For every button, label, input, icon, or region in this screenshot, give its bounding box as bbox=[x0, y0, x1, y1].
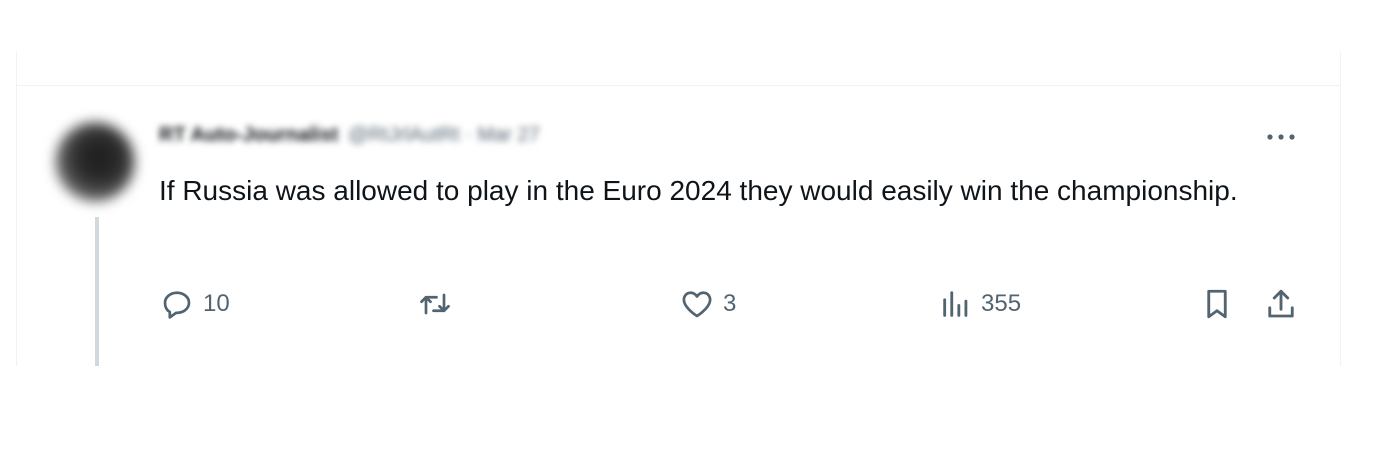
tweet-card[interactable]: RT Auto-Journalist @RtJrlAutRt · Mar 27 … bbox=[16, 52, 1341, 366]
reply-count: 10 bbox=[203, 290, 230, 317]
avatar[interactable] bbox=[55, 122, 135, 202]
thread-line bbox=[95, 217, 99, 366]
views-bar-chart-icon bbox=[939, 286, 973, 322]
views-count: 355 bbox=[981, 290, 1022, 317]
tweet-actions: 10 3 355 bbox=[159, 284, 1309, 324]
reply-button[interactable]: 10 bbox=[159, 284, 230, 324]
more-horizontal-icon bbox=[1264, 132, 1298, 142]
handle-and-date[interactable]: @RtJrlAutRt · Mar 27 bbox=[348, 124, 539, 147]
bookmark-icon bbox=[1199, 286, 1235, 322]
tweet-header: RT Auto-Journalist @RtJrlAutRt · Mar 27 bbox=[159, 120, 540, 150]
reply-icon bbox=[159, 286, 195, 322]
heart-icon bbox=[679, 286, 715, 322]
display-name[interactable]: RT Auto-Journalist bbox=[159, 124, 338, 147]
like-count: 3 bbox=[723, 290, 737, 317]
share-icon bbox=[1263, 286, 1299, 322]
views-button[interactable]: 355 bbox=[939, 284, 1021, 324]
more-options-button[interactable] bbox=[1261, 122, 1301, 152]
tweet-text: If Russia was allowed to play in the Eur… bbox=[159, 175, 1238, 206]
retweet-button[interactable] bbox=[415, 284, 463, 324]
retweet-icon bbox=[415, 286, 455, 322]
page: RT Auto-Journalist @RtJrlAutRt · Mar 27 … bbox=[0, 0, 1396, 451]
share-button[interactable] bbox=[1263, 284, 1299, 324]
like-button[interactable]: 3 bbox=[679, 284, 736, 324]
divider bbox=[17, 85, 1340, 86]
bookmark-button[interactable] bbox=[1199, 284, 1235, 324]
